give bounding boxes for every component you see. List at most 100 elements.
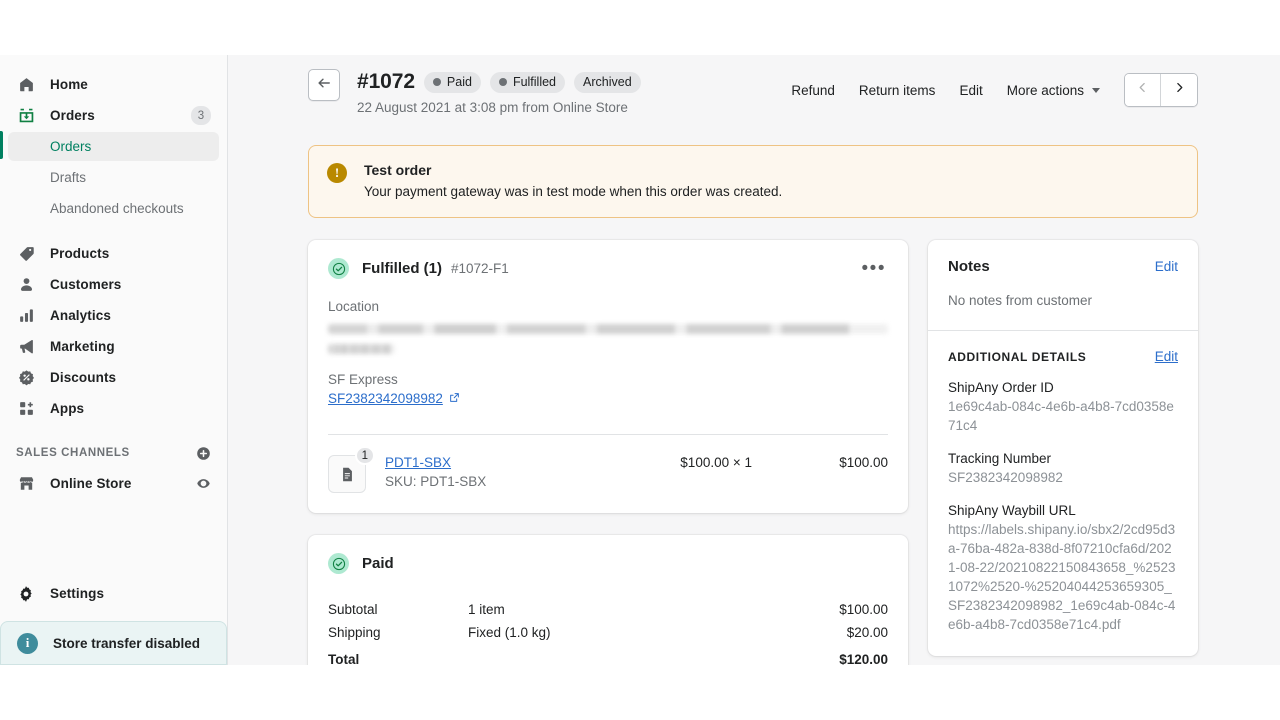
sidebar-subitem-drafts[interactable]: Drafts — [8, 163, 219, 192]
tracking-number-link[interactable]: SF2382342098982 — [328, 391, 460, 406]
check-circle-icon — [328, 553, 349, 574]
sidebar-subitem-abandoned-checkouts[interactable]: Abandoned checkouts — [8, 194, 219, 223]
detail-key-tracking-number: Tracking Number — [948, 451, 1178, 466]
chevron-left-icon — [1136, 81, 1149, 99]
left-column: Fulfilled (1) #1072-F1 ••• Location SF E… — [308, 240, 908, 665]
sidebar-item-label: Online Store — [50, 476, 131, 491]
banner-text: Your payment gateway was in test mode wh… — [364, 184, 782, 199]
edit-button[interactable]: Edit — [947, 74, 994, 106]
sidebar-item-settings[interactable]: Settings — [8, 578, 219, 609]
sales-channels-title: SALES CHANNELS — [16, 447, 130, 459]
discounts-percent-icon — [16, 368, 36, 388]
notes-section: Notes Edit No notes from customer — [928, 240, 1198, 330]
return-items-button[interactable]: Return items — [847, 74, 948, 106]
arrow-left-icon — [316, 75, 332, 96]
right-column: Notes Edit No notes from customer ADDITI… — [928, 240, 1198, 665]
sidebar-subitem-label: Orders — [50, 139, 91, 154]
store-transfer-label: Store transfer disabled — [53, 636, 200, 651]
sidebar-item-label: Discounts — [50, 370, 116, 385]
pagination — [1124, 73, 1198, 107]
line-item-unit-price: $100.00 × 1 — [680, 455, 814, 470]
nav-spacer — [0, 224, 227, 238]
sidebar-item-label: Orders — [50, 108, 95, 123]
sidebar-item-analytics[interactable]: Analytics — [8, 300, 219, 331]
sidebar-item-marketing[interactable]: Marketing — [8, 331, 219, 362]
sidebar-item-online-store[interactable]: Online Store — [8, 468, 219, 499]
sidebar-item-label: Analytics — [50, 308, 111, 323]
location-label: Location — [328, 299, 888, 314]
total-row-shipping: Shipping Fixed (1.0 kg) $20.00 — [328, 621, 888, 644]
external-link-icon — [449, 391, 460, 406]
total-row-total: Total $120.00 — [328, 644, 888, 665]
chevron-down-icon — [1092, 88, 1100, 93]
badge-dot-icon — [499, 78, 507, 86]
eye-icon[interactable] — [196, 476, 211, 491]
total-label: Shipping — [328, 625, 468, 640]
gear-icon — [16, 584, 36, 604]
home-icon — [16, 75, 36, 95]
line-item-thumbnail-wrap: 1 — [328, 455, 366, 493]
fulfillment-title: Fulfilled (1) — [362, 260, 442, 277]
chevron-right-icon — [1173, 81, 1186, 99]
payment-card: Paid Subtotal 1 item $100.00 — [308, 535, 908, 665]
line-item-name-link[interactable]: PDT1-SBX — [385, 455, 486, 470]
status-badge-label: Paid — [447, 75, 472, 89]
line-item-total: $100.00 — [814, 455, 888, 470]
plus-circle-icon[interactable] — [196, 446, 211, 461]
notes-edit-link[interactable]: Edit — [1155, 259, 1178, 274]
fulfillment-card-header: Fulfilled (1) #1072-F1 ••• — [328, 258, 888, 279]
banner-title: Test order — [364, 162, 782, 178]
additional-details-edit-link[interactable]: Edit — [1155, 349, 1178, 364]
apps-grid-icon — [16, 399, 36, 419]
ellipsis-icon[interactable]: ••• — [860, 259, 888, 279]
store-icon — [16, 474, 36, 494]
order-header: #1072 Paid Fulfilled Archived — [308, 69, 1198, 115]
additional-details-title: ADDITIONAL DETAILS — [948, 350, 1086, 364]
customers-person-icon — [16, 275, 36, 295]
refund-button[interactable]: Refund — [779, 74, 847, 106]
location-value-redacted — [328, 324, 888, 334]
sidebar-subitem-orders[interactable]: Orders — [8, 132, 219, 161]
sidebar-item-discounts[interactable]: Discounts — [8, 362, 219, 393]
detail-value-tracking-number: SF2382342098982 — [948, 468, 1178, 487]
total-row-subtotal: Subtotal 1 item $100.00 — [328, 598, 888, 621]
sidebar-item-apps[interactable]: Apps — [8, 393, 219, 424]
back-button[interactable] — [308, 69, 340, 101]
sales-channels-header: SALES CHANNELS — [8, 438, 219, 468]
order-title-block: #1072 Paid Fulfilled Archived — [357, 69, 641, 115]
line-item-quantity-badge: 1 — [355, 446, 375, 465]
sidebar-item-label: Products — [50, 246, 109, 261]
marketing-megaphone-icon — [16, 337, 36, 357]
sidebar-item-label: Settings — [50, 586, 104, 601]
payment-title: Paid — [362, 555, 394, 572]
content-columns: Fulfilled (1) #1072-F1 ••• Location SF E… — [308, 240, 1198, 665]
active-indicator-bar — [0, 131, 3, 159]
detail-value-waybill-url: https://labels.shipany.io/sbx2/2cd95d3a-… — [948, 520, 1178, 634]
detail-key-waybill-url: ShipAny Waybill URL — [948, 503, 1178, 518]
total-value: $100.00 — [839, 602, 888, 617]
check-circle-icon — [328, 258, 349, 279]
detail-value-shipany-order-id: 1e69c4ab-084c-4e6b-a4b8-7cd0358e71c4 — [948, 397, 1178, 435]
sidebar-item-orders[interactable]: Orders 3 — [8, 100, 219, 131]
sidebar-item-products[interactable]: Products — [8, 238, 219, 269]
sidebar-item-customers[interactable]: Customers — [8, 269, 219, 300]
more-actions-button[interactable]: More actions — [995, 74, 1112, 106]
next-order-button[interactable] — [1161, 74, 1197, 106]
previous-order-button[interactable] — [1125, 74, 1161, 106]
sidebar-subitem-label: Abandoned checkouts — [50, 201, 184, 216]
line-item: 1 PDT1-SBX SKU: PDT1-SBX $100.00 × 1 $10… — [328, 434, 888, 493]
shopify-admin-window: Home Orders 3 Orders Drafts Abandoned ch… — [0, 55, 1280, 665]
sidebar-item-home[interactable]: Home — [8, 69, 219, 100]
analytics-bars-icon — [16, 306, 36, 326]
sidebar-item-label: Customers — [50, 277, 121, 292]
payment-card-header: Paid — [328, 553, 888, 574]
store-transfer-banner[interactable]: i Store transfer disabled — [0, 621, 227, 665]
sidebar-item-label: Apps — [50, 401, 84, 416]
orders-count-badge: 3 — [191, 106, 211, 125]
page-title: #1072 — [357, 70, 415, 94]
sidebar-subitem-label: Drafts — [50, 170, 86, 185]
status-badge-archived: Archived — [574, 72, 641, 93]
tracking-number-text: SF2382342098982 — [328, 391, 443, 406]
sidebar-item-label: Home — [50, 77, 88, 92]
fulfillment-card: Fulfilled (1) #1072-F1 ••• Location SF E… — [308, 240, 908, 513]
